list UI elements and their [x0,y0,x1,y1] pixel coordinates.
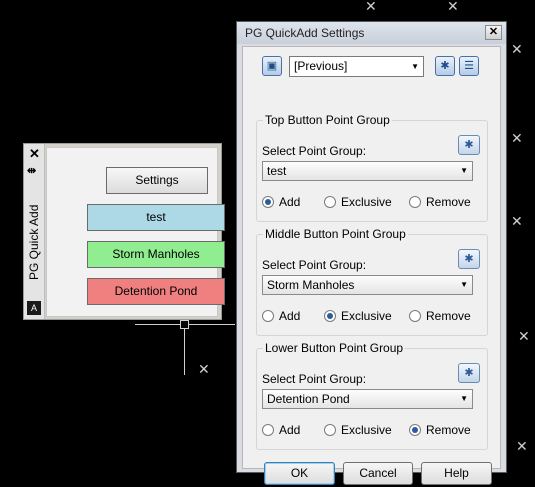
chevron-down-icon: ▼ [460,166,468,175]
radio-label: Exclusive [341,423,392,437]
radio-label: Exclusive [341,195,392,209]
exclusive-radio[interactable]: Exclusive [324,195,392,211]
preset-toolbar: ▣ [Previous] ▼ ✱ ☰ [258,53,487,79]
radio-indicator [409,195,421,208]
settings-button[interactable]: Settings [106,167,208,194]
point-group-value: Storm Manholes [267,278,355,292]
palette-title: PG Quick Add [27,204,41,280]
palette-title-strip[interactable]: ✕ ⇹ PG Quick Add A [24,144,45,319]
point-marker: ✕ [511,42,523,58]
chevron-down-icon: ▼ [460,394,468,403]
point-marker: ✕ [511,214,523,230]
point-group-select[interactable]: Storm Manholes ▼ [262,275,473,295]
help-button[interactable]: Help [421,462,492,485]
radio-label: Add [279,423,301,437]
lower-group-button[interactable]: Detention Pond [87,278,225,305]
point-group-value: test [267,164,287,178]
group-legend: Middle Button Point Group [263,227,408,241]
radio-label: Remove [426,423,471,437]
point-marker: ✕ [447,0,459,15]
mode-radio-group: Add Exclusive Remove [262,195,482,211]
dialog-titlebar[interactable]: PG QuickAdd Settings ✕ [237,22,506,44]
preset-select[interactable]: [Previous] ▼ [289,56,424,77]
radio-indicator [262,423,274,436]
list-icon[interactable]: ☰ [459,56,479,76]
radio-indicator [262,195,274,208]
close-icon[interactable]: ✕ [29,146,40,162]
dialog-client: ▣ [Previous] ▼ ✱ ☰ Top Button Point Grou… [242,46,501,485]
palette-logo-icon[interactable]: A [27,301,41,315]
point-group-select[interactable]: Detention Pond ▼ [262,389,473,409]
radio-label: Exclusive [341,309,392,323]
middle-button-group: Middle Button Point Group Select Point G… [256,227,488,336]
add-radio[interactable]: Add [262,195,300,211]
point-group-value: Detention Pond [267,392,350,406]
dialog-title: PG QuickAdd Settings [245,26,365,40]
magic-wand-icon[interactable]: ✱ [435,56,455,76]
pick-group-icon[interactable]: ✱ [458,363,480,383]
radio-label: Remove [426,309,471,323]
palette-title-area: PG Quick Add [26,184,42,294]
chevron-down-icon: ▼ [460,280,468,289]
point-marker: ✕ [365,0,377,15]
mode-radio-group: Add Exclusive Remove [262,423,482,439]
middle-group-button[interactable]: Storm Manholes [87,241,225,268]
palette-body: Settings test Storm Manholes Detention P… [46,147,225,317]
preset-value: [Previous] [294,59,348,73]
pg-quick-add-palette: ✕ ⇹ PG Quick Add A Settings test Storm M… [23,143,225,320]
ok-button[interactable]: OK [264,462,335,485]
exclusive-radio[interactable]: Exclusive [324,423,392,439]
cancel-button[interactable]: Cancel [343,462,413,485]
pick-group-icon[interactable]: ✱ [458,249,480,269]
radio-label: Remove [426,195,471,209]
lower-button-group: Lower Button Point Group Select Point Gr… [256,341,488,450]
radio-label: Add [279,309,301,323]
remove-radio[interactable]: Remove [409,423,471,439]
radio-indicator [409,423,421,436]
radio-label: Add [279,195,301,209]
point-marker: ✕ [518,329,530,345]
crosshair-pickbox [180,320,189,329]
select-point-group-label: Select Point Group: [262,258,367,272]
radio-indicator [324,195,336,208]
remove-radio[interactable]: Remove [409,309,471,325]
radio-indicator [409,309,421,322]
top-button-group: Top Button Point Group Select Point Grou… [256,113,488,222]
select-point-group-label: Select Point Group: [262,372,367,386]
radio-indicator [262,309,274,322]
exclusive-radio[interactable]: Exclusive [324,309,392,325]
remove-radio[interactable]: Remove [409,195,471,211]
point-group-select[interactable]: test ▼ [262,161,473,181]
point-marker: ✕ [516,439,528,455]
pick-group-icon[interactable]: ✱ [458,135,480,155]
chevron-down-icon: ▼ [411,62,419,71]
top-group-button[interactable]: test [87,204,225,231]
close-button[interactable]: ✕ [485,25,502,40]
group-legend: Top Button Point Group [263,113,392,127]
save-icon[interactable]: ▣ [262,56,282,76]
mode-radio-group: Add Exclusive Remove [262,309,482,325]
group-legend: Lower Button Point Group [263,341,406,355]
add-radio[interactable]: Add [262,423,300,439]
auto-hide-icon[interactable]: ⇹ [27,164,36,177]
radio-indicator [324,423,336,436]
point-marker: ✕ [198,362,210,378]
add-radio[interactable]: Add [262,309,300,325]
radio-indicator [324,309,336,322]
settings-dialog: PG QuickAdd Settings ✕ ▣ [Previous] ▼ ✱ … [236,21,507,485]
point-marker: ✕ [511,131,523,147]
select-point-group-label: Select Point Group: [262,144,367,158]
